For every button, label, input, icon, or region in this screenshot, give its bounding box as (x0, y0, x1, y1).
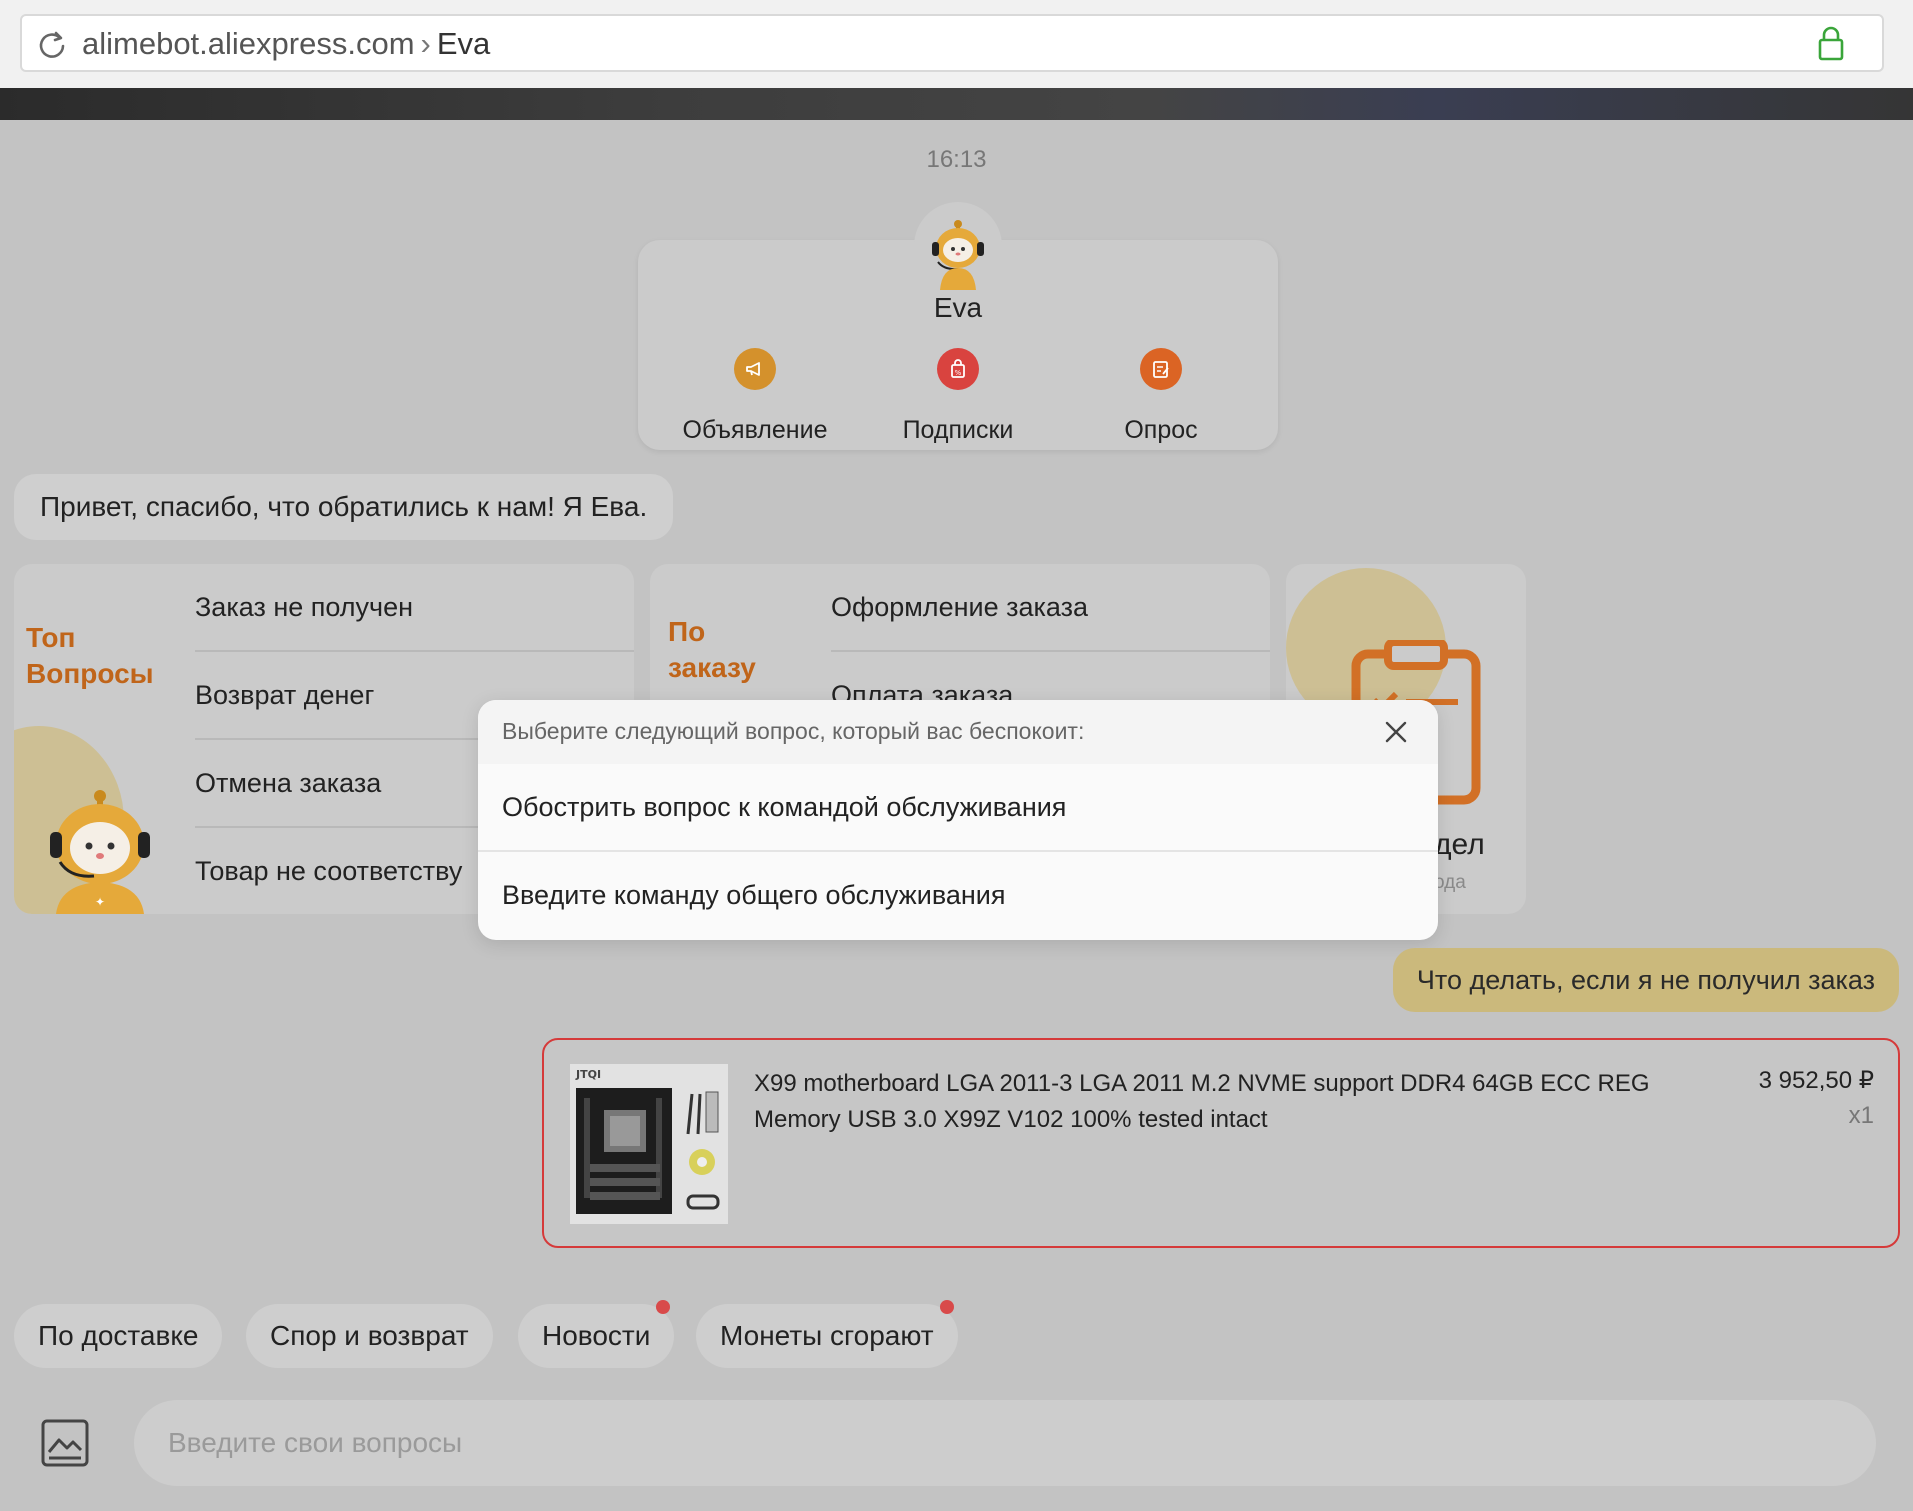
survey-icon (1140, 348, 1182, 390)
url-host: alimebot.aliexpress.com (82, 26, 415, 61)
product-brand: JTQI (575, 1068, 601, 1081)
question-item[interactable]: Возврат денег (195, 680, 374, 711)
quick-action-label: Опрос (1124, 416, 1198, 444)
question-item[interactable]: Отмена заказа (195, 768, 381, 799)
image-upload-icon[interactable] (40, 1418, 90, 1468)
quick-action-announcement[interactable]: Объявление (655, 348, 855, 445)
notification-dot (939, 1300, 954, 1314)
question-input[interactable] (134, 1400, 1876, 1486)
card-sublabel: ода (1434, 872, 1466, 893)
svg-text:✦: ✦ (95, 895, 105, 909)
card-title-line: заказу (668, 652, 756, 683)
page-header-band (0, 88, 1913, 120)
modal-option-escalate[interactable]: Обострить вопрос к командой обслуживания (502, 792, 1066, 823)
astronaut-mascot-icon: ✦ (50, 790, 150, 914)
chip-news[interactable]: Новости (518, 1300, 675, 1368)
divider (831, 650, 1270, 652)
card-title: По заказу (668, 614, 756, 686)
bot-name: Eva (933, 292, 983, 323)
card-title-line: Вопросы (26, 658, 154, 689)
browser-chrome: alimebot.aliexpress.com › Eva (0, 0, 1913, 88)
product-name[interactable]: X99 motherboard LGA 2011-3 LGA 2011 M.2 … (754, 1066, 1684, 1138)
chip-label: Спор и возврат (270, 1320, 469, 1351)
card-label: дел (1434, 828, 1485, 861)
chip-delivery[interactable]: По доставке (14, 1304, 223, 1368)
reload-icon[interactable] (36, 28, 68, 60)
astronaut-avatar-icon (932, 220, 984, 290)
card-title: Топ Вопросы (26, 620, 154, 692)
shopping-bag-icon: % (937, 348, 979, 390)
notification-dot (656, 1300, 671, 1314)
megaphone-icon (734, 348, 776, 390)
product-card[interactable]: JTQI X99 motherboard LGA 2011-3 LGA 2011… (542, 1038, 1900, 1248)
card-title-line: Топ (26, 622, 76, 653)
motherboard-image: JTQI (570, 1064, 728, 1224)
lock-icon (1818, 26, 1844, 61)
question-modal: Выберите следующий вопрос, который вас б… (478, 700, 1438, 940)
message-time: 16:13 (926, 146, 987, 173)
modal-title: Выберите следующий вопрос, который вас б… (502, 718, 1085, 744)
chip-label: По доставке (38, 1320, 199, 1351)
chip-label: Монеты сгорают (720, 1320, 934, 1351)
chip-label: Новости (542, 1320, 651, 1351)
quick-action-label: Объявление (682, 416, 828, 444)
svg-text:%: % (955, 369, 962, 377)
product-image[interactable]: JTQI (570, 1064, 728, 1224)
bot-avatar (914, 202, 1002, 290)
url-text[interactable]: alimebot.aliexpress.com › Eva (82, 26, 490, 62)
question-item[interactable]: Товар не соответству (195, 856, 462, 887)
product-price: 3 952,50 ₽ (1758, 1067, 1874, 1094)
chip-coins-expiring[interactable]: Монеты сгорают (696, 1300, 958, 1368)
close-icon[interactable] (1382, 718, 1410, 746)
card-title-line: По (668, 616, 706, 647)
bot-greeting-bubble: Привет, спасибо, что обратились к нам! Я… (14, 474, 674, 540)
question-item[interactable]: Заказ не получен (195, 592, 413, 623)
address-bar[interactable]: alimebot.aliexpress.com › Eva (20, 14, 1884, 72)
user-message-bubble: Что делать, если я не получил заказ (1392, 948, 1899, 1012)
url-page: Eva (436, 26, 491, 61)
product-quantity: x1 (1848, 1102, 1874, 1129)
divider (195, 650, 634, 652)
question-item[interactable]: Оформление заказа (831, 592, 1088, 623)
quick-action-subscriptions[interactable]: % Подписки (858, 348, 1058, 445)
modal-header: Выберите следующий вопрос, который вас б… (478, 700, 1438, 764)
divider (478, 850, 1438, 852)
url-separator: › (420, 26, 431, 61)
quick-action-label: Подписки (902, 416, 1014, 444)
modal-option-general-team[interactable]: Введите команду общего обслуживания (502, 880, 1006, 911)
chip-dispute-return[interactable]: Спор и возврат (246, 1304, 493, 1368)
quick-action-survey[interactable]: Опрос (1061, 348, 1261, 445)
